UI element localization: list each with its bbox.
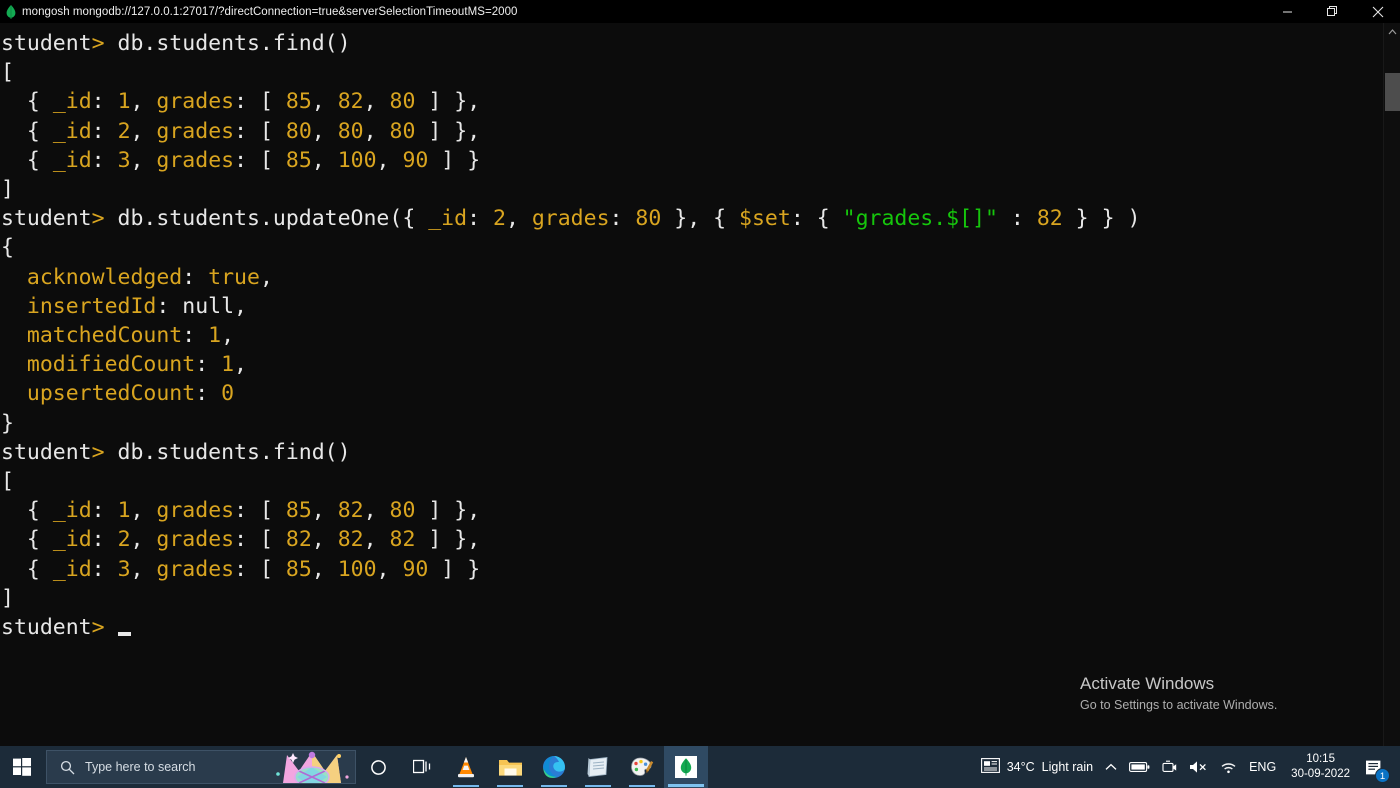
- system-tray[interactable]: 34°C Light rain ENG 10:15 30-09-2022 1: [975, 746, 1400, 788]
- app-active-underline: [668, 784, 704, 787]
- terminal-window[interactable]: student> db.students.find() [ { _id: 1, g…: [0, 23, 1400, 746]
- terminal-output-line: modifiedCount: 1,: [26, 352, 247, 378]
- camera-icon: [1162, 760, 1177, 772]
- window-title: mongosh mongodb://127.0.0.1:27017/?direc…: [22, 5, 518, 18]
- windows-taskbar[interactable]: Type here to search 34°C Light rain ENG …: [0, 746, 1400, 788]
- terminal-output-line: { _id: 3, grades: [ 85, 100, 90 ] }: [26, 147, 481, 173]
- prompt-word: student: [1, 615, 92, 641]
- app-running-underline: [497, 785, 523, 787]
- terminal-output-line: { _id: 2, grades: [ 80, 80, 80 ] },: [26, 118, 481, 144]
- terminal-output-line: {: [1, 235, 14, 261]
- terminal-output-line: ]: [1, 585, 14, 611]
- speaker-muted-icon: [1190, 761, 1206, 773]
- mongodb-leaf-icon: [675, 756, 697, 778]
- terminal-command-line: student> db.students.updateOne({ _id: 2,…: [1, 206, 1141, 232]
- tray-clock[interactable]: 10:15 30-09-2022: [1282, 746, 1359, 788]
- notification-badge: 1: [1375, 768, 1390, 783]
- app-running-underline: [629, 785, 655, 787]
- search-icon: [60, 760, 75, 775]
- prompt-word: student: [1, 439, 92, 465]
- start-button[interactable]: [0, 746, 44, 788]
- terminal-output-line: { _id: 1, grades: [ 85, 82, 80 ] },: [26, 89, 481, 115]
- terminal-output-line: { _id: 2, grades: [ 82, 82, 82 ] },: [26, 527, 481, 553]
- microsoft-edge-icon: [543, 756, 565, 778]
- search-placeholder-text: Type here to search: [85, 760, 196, 774]
- terminal-command-line: student> db.students.find(): [1, 439, 351, 465]
- terminal-output-line: acknowledged: true,: [26, 264, 273, 290]
- terminal-cursor: [117, 632, 131, 637]
- terminal-scrollbar[interactable]: [1383, 23, 1400, 746]
- terminal-output-line: }: [1, 410, 14, 436]
- close-button[interactable]: [1355, 0, 1400, 23]
- terminal-command-line: student> db.students.find(): [1, 31, 351, 56]
- vlc-cone-icon: [458, 757, 474, 778]
- task-view-icon: [412, 759, 430, 774]
- taskbar-app-mongodb[interactable]: [664, 746, 708, 788]
- taskbar-app-microsoft-edge[interactable]: [532, 746, 576, 788]
- terminal-output-line: { _id: 1, grades: [ 85, 82, 80 ] },: [26, 498, 481, 524]
- mongodb-leaf-icon: [0, 0, 22, 23]
- tray-weather[interactable]: 34°C Light rain: [975, 746, 1099, 788]
- minimize-button[interactable]: [1265, 0, 1310, 23]
- wifi-icon: [1221, 763, 1236, 774]
- tray-volume-muted-icon[interactable]: [1183, 746, 1214, 788]
- taskbar-app-cortana[interactable]: [356, 746, 400, 788]
- scroll-up-arrow-icon[interactable]: [1384, 23, 1400, 40]
- terminal-output: student> db.students.find() [ { _id: 1, g…: [0, 23, 1380, 642]
- weather-description: Light rain: [1041, 760, 1094, 774]
- decorative-sticker-icon: [269, 751, 355, 783]
- scrollbar-thumb[interactable]: [1385, 73, 1400, 111]
- tray-battery-icon[interactable]: [1123, 746, 1156, 788]
- prompt-caret: >: [91, 31, 105, 56]
- weather-temperature: 34°C: [1006, 760, 1035, 774]
- taskbar-app-paint[interactable]: [620, 746, 664, 788]
- prompt-caret: >: [91, 615, 105, 641]
- taskbar-app-vlc[interactable]: [444, 746, 488, 788]
- window-controls: [1265, 0, 1400, 23]
- file-explorer-folder-icon: [498, 759, 522, 776]
- taskbar-app-file-explorer[interactable]: [488, 746, 532, 788]
- app-running-underline: [585, 785, 611, 787]
- tray-wifi-icon[interactable]: [1214, 746, 1243, 788]
- taskbar-app-notepad[interactable]: [576, 746, 620, 788]
- clock-time: 10:15: [1306, 753, 1335, 765]
- maximize-restore-button[interactable]: [1310, 0, 1355, 23]
- window-titlebar[interactable]: mongosh mongodb://127.0.0.1:27017/?direc…: [0, 0, 1400, 23]
- taskbar-app-task-view[interactable]: [400, 746, 444, 788]
- terminal-active-prompt-line: student>: [0, 613, 1380, 642]
- terminal-output-line: matchedCount: 1,: [26, 323, 235, 349]
- prompt-caret: >: [91, 206, 105, 232]
- notepad-icon: [587, 757, 608, 777]
- prompt-word: student: [1, 31, 92, 56]
- tray-show-hidden-icons-button[interactable]: [1099, 746, 1123, 788]
- terminal-output-line: [: [1, 60, 14, 86]
- tray-language-indicator[interactable]: ENG: [1243, 746, 1282, 788]
- tray-notifications-button[interactable]: 1: [1359, 746, 1394, 788]
- cortana-circle-icon: [370, 759, 386, 775]
- terminal-output-line: insertedId: null,: [26, 293, 247, 319]
- app-running-underline: [453, 785, 479, 787]
- chevron-up-icon: [1105, 763, 1117, 770]
- prompt-caret: >: [91, 439, 105, 465]
- clock-date: 30-09-2022: [1291, 768, 1350, 780]
- tray-camera-icon[interactable]: [1156, 746, 1183, 788]
- battery-icon: [1129, 762, 1150, 772]
- taskbar-search-box[interactable]: Type here to search: [46, 750, 356, 784]
- prompt-word: student: [1, 206, 92, 232]
- terminal-output-line: ]: [1, 177, 14, 203]
- windows-logo-icon: [13, 758, 31, 776]
- scrollbar-track[interactable]: [1384, 40, 1400, 746]
- paint-palette-icon: [631, 757, 654, 776]
- terminal-output-line: upsertedCount: 0: [26, 381, 235, 407]
- weather-news-icon: [980, 758, 1000, 776]
- app-running-underline: [541, 785, 567, 787]
- terminal-output-line: { _id: 3, grades: [ 85, 100, 90 ] }: [26, 556, 481, 582]
- terminal-output-line: [: [1, 469, 14, 495]
